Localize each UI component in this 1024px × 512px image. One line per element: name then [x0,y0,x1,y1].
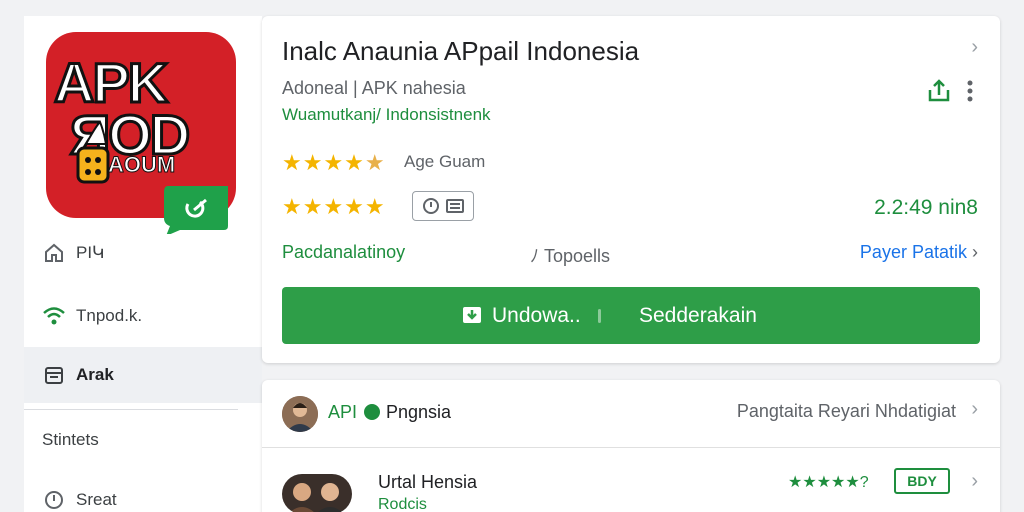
download-label: Undowa.. [492,304,581,327]
wifi-icon [42,304,66,328]
sidebar-section-stintets[interactable]: Stintets [42,430,99,450]
home-icon [42,241,66,265]
list-item-rating: ★★★★★? [788,472,869,492]
sidebar-item-label: Arak [76,365,114,384]
button-divider [598,309,601,323]
sidebar-item-arak[interactable]: Arak [24,347,262,403]
download-icon [463,307,481,323]
list-item[interactable]: Urtal Hensia Rodcis ★★★★★? BDY › [262,450,1000,512]
sidebar-item-label: Tnpod.k. [76,306,143,325]
more-link[interactable]: Payer Patatik › [860,242,978,263]
sidebar-item-label: PIԿ [76,243,105,262]
app-subtitle: Adoneal | APK nahesia [282,78,466,98]
list-item-title: Urtal Hensia [378,472,478,492]
more-link-label: Payer Patatik [859,242,967,262]
chevron-right-icon: › [971,398,978,420]
rating-stars: ★★★★★ [282,150,386,175]
time-value: 2.2:49 nin8 [874,196,978,219]
rating-stars-full: ★★★★★ [282,194,386,219]
rating-suffix: ? [859,474,869,491]
app-tagline[interactable]: Wuamutkanj/ Indonsistnenk [282,105,491,125]
more-vert-icon[interactable] [966,80,974,102]
download-secondary-label: Sedderakain [639,304,757,327]
related-list: API Pngnsia Pangtaita Reyari Nhdatigiat … [262,380,1000,512]
rating-stars: ★★★★★ [788,474,860,491]
list-item-title: API [328,402,358,422]
chevron-right-icon: › [972,242,978,262]
topics-text: Topoells [544,246,611,266]
verified-dot-icon [364,404,380,420]
calendar-icon [42,363,66,387]
sidebar-item-network[interactable]: Tnpod.k. [24,288,262,344]
topics-label: ﾉ Topoells [530,246,611,266]
sidebar-item-label: Sreat [76,490,117,509]
share-icon[interactable] [926,78,952,104]
info-icon [423,198,439,214]
card-icon [446,199,464,213]
developer-link[interactable]: Pacdanalatinoy [282,242,405,263]
app-detail-card: Inalc Anaunia APpail Indonesia › Adoneal… [262,16,1000,363]
list-divider [262,447,1000,448]
chevron-right-icon[interactable]: › [971,36,978,59]
avatar [282,396,318,432]
chevron-right-icon: › [971,470,978,492]
list-item-tag[interactable]: BDY [894,468,950,494]
list-item-subtitle: Rodcis [378,496,427,512]
list-item-right-text: Pangtaita Reyari Nhdatigiat [736,401,956,421]
app-title: Inalc Anaunia APpail Indonesia [282,36,640,66]
info-chip[interactable] [412,191,474,221]
avatar-group [282,474,352,512]
clock-icon [42,488,66,512]
rating-label: Age Guam [404,152,486,171]
download-button[interactable]: Undowa.. Sedderakain [282,287,980,344]
sidebar-item-home[interactable]: PIԿ [24,225,262,281]
list-item-badge: Pngnsia [386,402,452,422]
sidebar-divider [24,409,238,410]
logo-line-3: AOUM [107,152,176,178]
sidebar: APK ЯOD AOUM PIԿ Tnpod.k. Arak Stintets [24,16,262,512]
list-item[interactable]: API Pngnsia Pangtaita Reyari Nhdatigiat … [262,380,1000,446]
sidebar-item-sreat[interactable]: Sreat [24,472,262,512]
